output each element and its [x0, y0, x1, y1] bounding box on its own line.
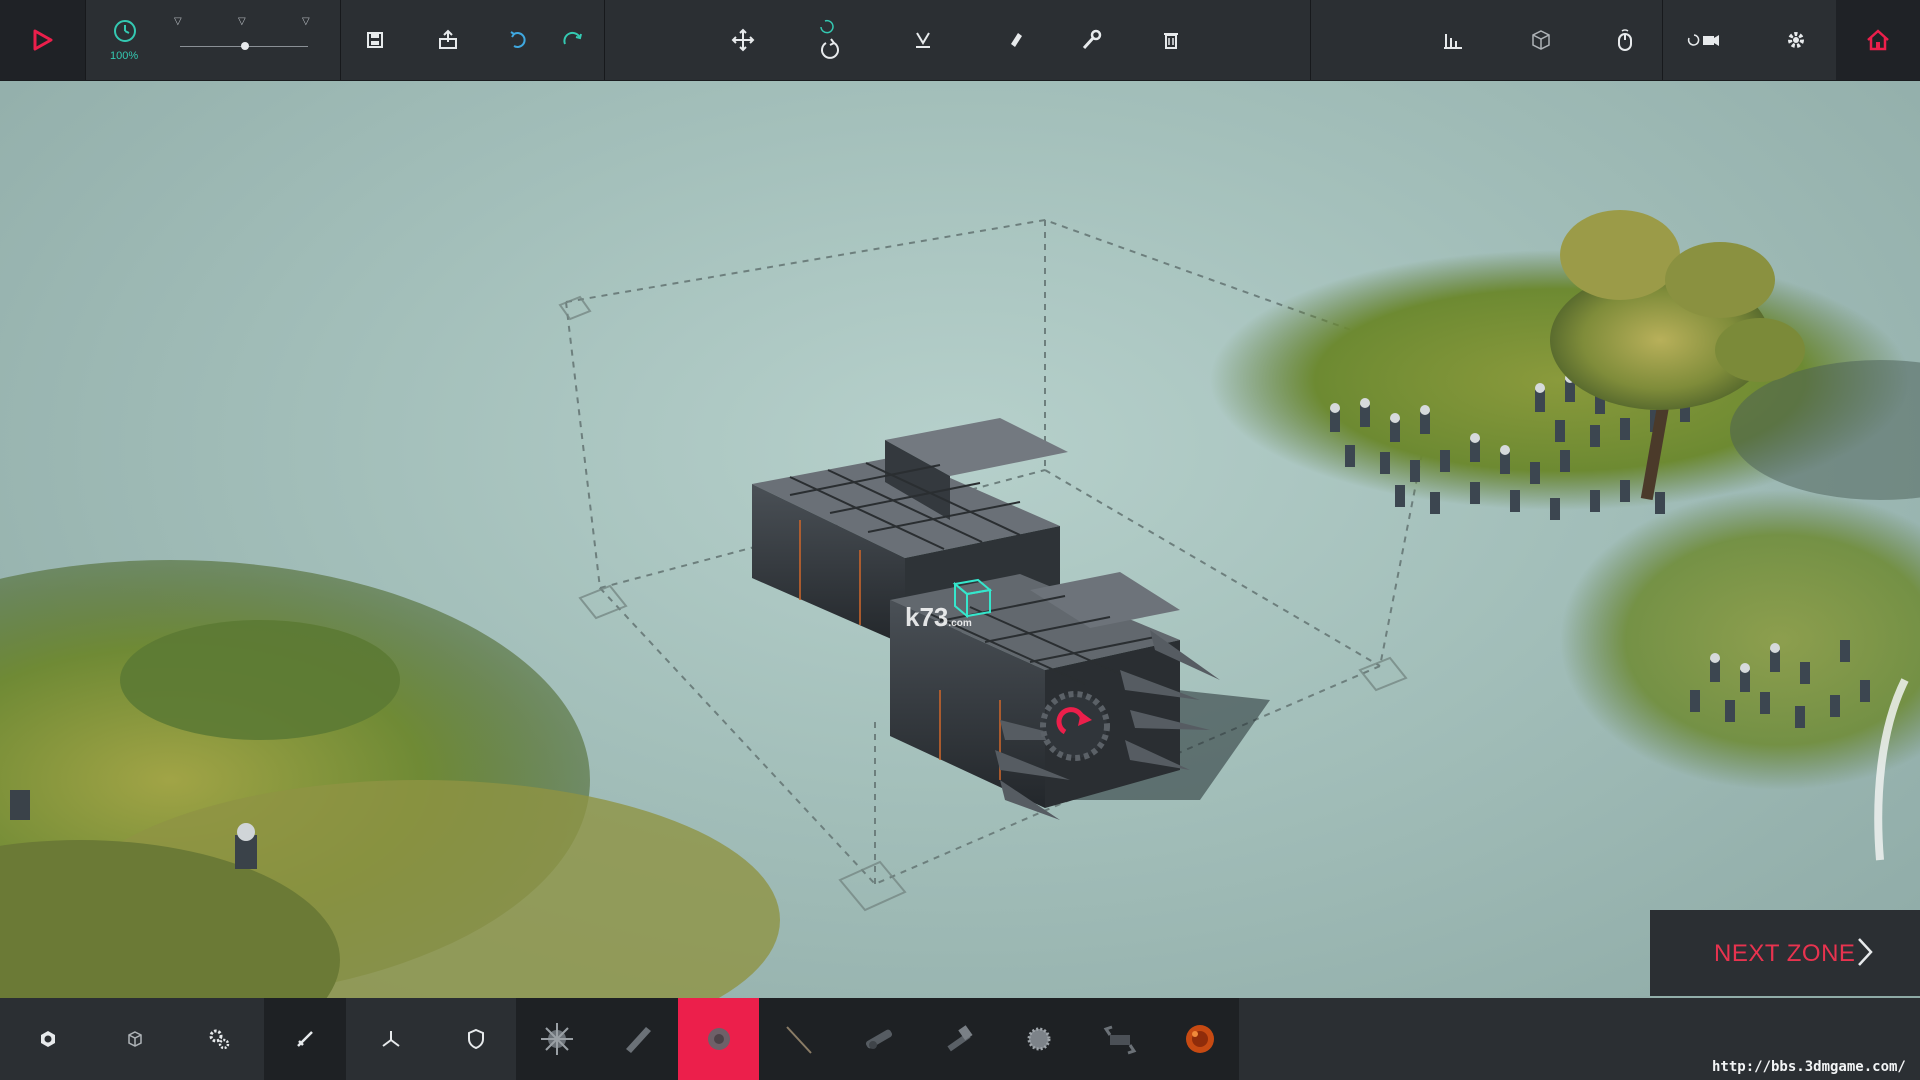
- category-blocks-button[interactable]: [96, 998, 174, 1080]
- home-button[interactable]: [1836, 0, 1920, 80]
- block-spear[interactable]: [759, 998, 839, 1080]
- load-button[interactable]: [420, 0, 475, 80]
- speed-marker-mid-icon: ▽: [238, 16, 246, 27]
- settings-button[interactable]: [1773, 0, 1818, 80]
- block-cannon[interactable]: [839, 998, 919, 1080]
- trash-icon: [1163, 33, 1178, 49]
- block-palette-bar: [0, 998, 1920, 1080]
- statistics-button[interactable]: [1430, 0, 1475, 80]
- category-basic-button[interactable]: [0, 998, 96, 1080]
- overlay-watermark-logo: k73.com: [905, 602, 972, 632]
- load-icon: [438, 29, 457, 49]
- cannon-icon: [865, 1029, 893, 1049]
- scene-art: [0, 210, 1920, 998]
- redo-icon: [562, 31, 582, 45]
- play-icon: [33, 29, 52, 51]
- blade-icon: [626, 1027, 651, 1053]
- undo-button[interactable]: [495, 0, 540, 80]
- cube-icon: [1531, 30, 1550, 50]
- block-wheel[interactable]: [678, 998, 759, 1080]
- site-watermark: http://bbs.3dmgame.com/: [1712, 1059, 1906, 1075]
- wheel-icon: [707, 1028, 730, 1050]
- speed-marker-low-icon: ▽: [174, 16, 182, 27]
- home-icon: [1867, 29, 1889, 51]
- category-mechanical-button[interactable]: [174, 998, 264, 1080]
- flip-icon: [915, 32, 930, 48]
- block-spike-mine[interactable]: [999, 998, 1079, 1080]
- move-icon: [731, 28, 754, 52]
- wrench-icon: [1082, 29, 1101, 50]
- wrench-tool-button[interactable]: [1068, 0, 1113, 80]
- cube-icon: [128, 1031, 142, 1047]
- stats-icon: [1443, 34, 1462, 49]
- category-armour-button[interactable]: [436, 998, 516, 1080]
- hammer-icon: [947, 1025, 973, 1052]
- game-viewport[interactable]: k73.com: [0, 80, 1920, 998]
- timescale-value: 100%: [110, 50, 139, 62]
- sword-icon: [297, 1031, 313, 1047]
- bomb-icon: [1186, 1025, 1214, 1053]
- save-button[interactable]: [350, 0, 400, 80]
- ground-tool-button[interactable]: [993, 0, 1038, 80]
- timescale-slider-handle[interactable]: [241, 42, 249, 50]
- propeller-icon: [382, 1031, 400, 1047]
- redo-button[interactable]: [550, 0, 595, 80]
- rotate-icon: [820, 19, 839, 59]
- view-toggle-button[interactable]: [1518, 0, 1563, 80]
- grabber-icon: [1103, 1025, 1137, 1055]
- mouse-orbit-button[interactable]: [1602, 0, 1647, 80]
- siege-machine: [752, 418, 1220, 820]
- hex-nut-icon: [41, 1031, 55, 1047]
- category-flight-button[interactable]: [346, 998, 436, 1080]
- block-spiked-ball[interactable]: [516, 998, 598, 1080]
- next-zone-label: NEXT ZONE: [1714, 940, 1856, 967]
- spear-icon: [786, 1026, 812, 1054]
- flip-tool-button[interactable]: [900, 0, 945, 80]
- chevron-right-icon: [1858, 938, 1873, 966]
- speed-marker-high-icon: ▽: [302, 16, 310, 27]
- delete-button[interactable]: [1148, 0, 1193, 80]
- next-zone-button[interactable]: NEXT ZONE: [1650, 910, 1920, 996]
- gears-icon: [209, 1029, 230, 1050]
- spiked-ball-icon: [541, 1023, 573, 1055]
- play-simulation-button[interactable]: [0, 0, 85, 80]
- foliage-bottom-left: [0, 560, 780, 998]
- eraser-icon: [1010, 33, 1022, 47]
- shield-icon: [468, 1028, 484, 1050]
- category-weapons-button[interactable]: [264, 998, 346, 1080]
- camera-swap-icon: [1687, 34, 1719, 46]
- top-toolbar: 100% ▽ ▽ ▽: [0, 0, 1920, 81]
- mouse-icon: [1617, 29, 1632, 51]
- save-icon: [367, 32, 383, 48]
- spike-mine-icon: [1027, 1027, 1051, 1051]
- block-bomb[interactable]: [1161, 998, 1239, 1080]
- move-tool-button[interactable]: [720, 0, 765, 80]
- block-blade[interactable]: [598, 998, 678, 1080]
- clock-icon: [114, 20, 136, 42]
- undo-icon: [509, 31, 526, 48]
- grass-island-right: [1210, 210, 1920, 861]
- rotate-tool-button[interactable]: [800, 0, 860, 80]
- block-hammer[interactable]: [919, 998, 999, 1080]
- gear-icon: [1787, 32, 1804, 48]
- camera-swap-button[interactable]: [1678, 0, 1728, 80]
- block-grabber[interactable]: [1079, 998, 1161, 1080]
